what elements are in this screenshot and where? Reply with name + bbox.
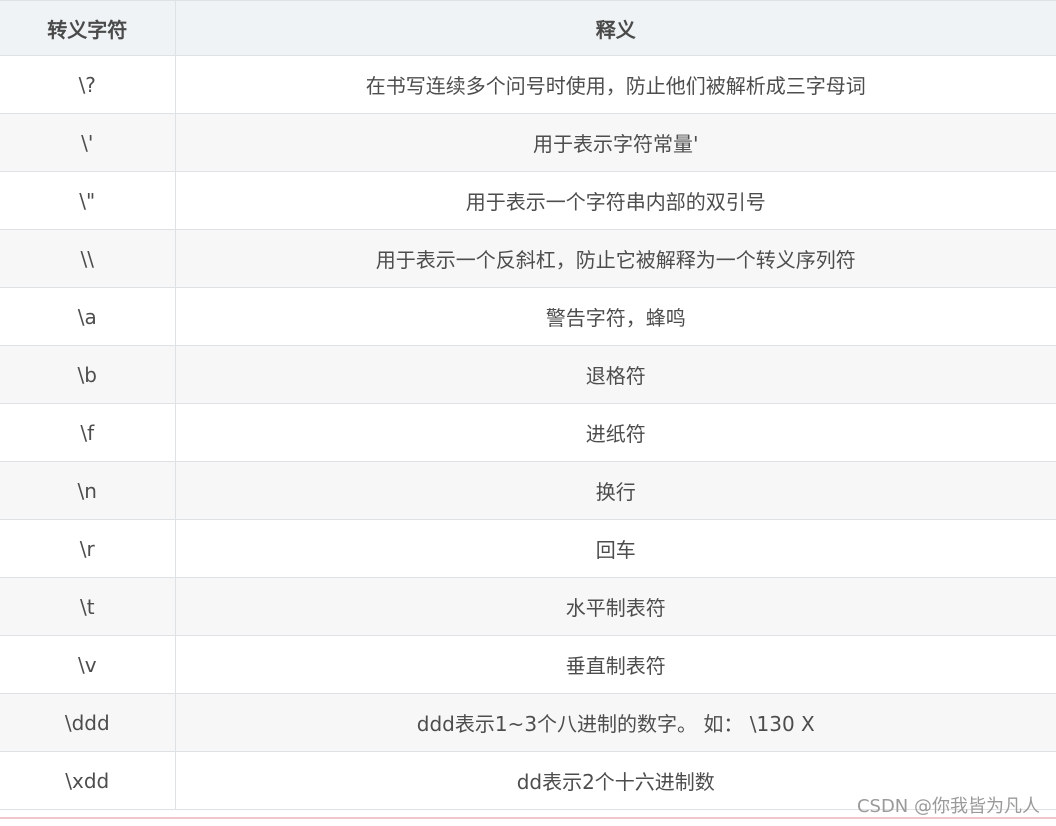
meaning-cell: 在书写连续多个问号时使用，防止他们被解析成三字母词 xyxy=(174,55,1056,114)
table-row: \\ 用于表示一个反斜杠，防止它被解释为一个转义序列符 xyxy=(0,229,1056,288)
escape-char-cell: \r xyxy=(0,519,176,578)
table-row: \" 用于表示一个字符串内部的双引号 xyxy=(0,171,1056,230)
bottom-divider xyxy=(0,817,1056,826)
meaning-cell: 进纸符 xyxy=(174,403,1056,462)
meaning-cell: 用于表示一个字符串内部的双引号 xyxy=(174,171,1056,230)
table-header-row: 转义字符 释义 xyxy=(0,0,1056,56)
meaning-cell: 垂直制表符 xyxy=(174,635,1056,694)
escape-char-cell: \' xyxy=(0,113,176,172)
escape-char-cell: \v xyxy=(0,635,176,694)
escape-char-cell: \a xyxy=(0,287,176,346)
meaning-cell: 用于表示字符常量' xyxy=(174,113,1056,172)
escape-char-cell: \" xyxy=(0,171,176,230)
escape-char-cell: \\ xyxy=(0,229,176,288)
table-row: \b 退格符 xyxy=(0,345,1056,404)
escape-char-cell: \? xyxy=(0,55,176,114)
table-row: \' 用于表示字符常量' xyxy=(0,113,1056,172)
table-row: \ddd ddd表示1~3个八进制的数字。 如： \130 X xyxy=(0,693,1056,752)
table-row: \f 进纸符 xyxy=(0,403,1056,462)
table-row: \a 警告字符，蜂鸣 xyxy=(0,287,1056,346)
escape-char-cell: \b xyxy=(0,345,176,404)
escape-char-cell: \n xyxy=(0,461,176,520)
escape-char-cell: \f xyxy=(0,403,176,462)
meaning-cell: 水平制表符 xyxy=(174,577,1056,636)
table-row: \? 在书写连续多个问号时使用，防止他们被解析成三字母词 xyxy=(0,55,1056,114)
escape-char-cell: \ddd xyxy=(0,693,176,752)
header-meaning: 释义 xyxy=(174,0,1056,56)
escape-char-cell: \t xyxy=(0,577,176,636)
table-row: \r 回车 xyxy=(0,519,1056,578)
table-row: \v 垂直制表符 xyxy=(0,635,1056,694)
meaning-cell: 用于表示一个反斜杠，防止它被解释为一个转义序列符 xyxy=(174,229,1056,288)
escape-char-cell: \xdd xyxy=(0,751,176,810)
table-row: \t 水平制表符 xyxy=(0,577,1056,636)
meaning-cell: 换行 xyxy=(174,461,1056,520)
meaning-cell: 警告字符，蜂鸣 xyxy=(174,287,1056,346)
meaning-cell: 退格符 xyxy=(174,345,1056,404)
meaning-cell: 回车 xyxy=(174,519,1056,578)
table-row: \n 换行 xyxy=(0,461,1056,520)
escape-char-table: 转义字符 释义 \? 在书写连续多个问号时使用，防止他们被解析成三字母词 \' 用于表… xyxy=(0,0,1056,810)
meaning-cell: ddd表示1~3个八进制的数字。 如： \130 X xyxy=(174,693,1056,752)
watermark: CSDN @你我皆为凡人 xyxy=(856,796,1040,817)
escape-table-container: 转义字符 释义 \? 在书写连续多个问号时使用，防止他们被解析成三字母词 \' 用于表… xyxy=(0,0,1056,817)
header-escape-char: 转义字符 xyxy=(0,0,176,56)
